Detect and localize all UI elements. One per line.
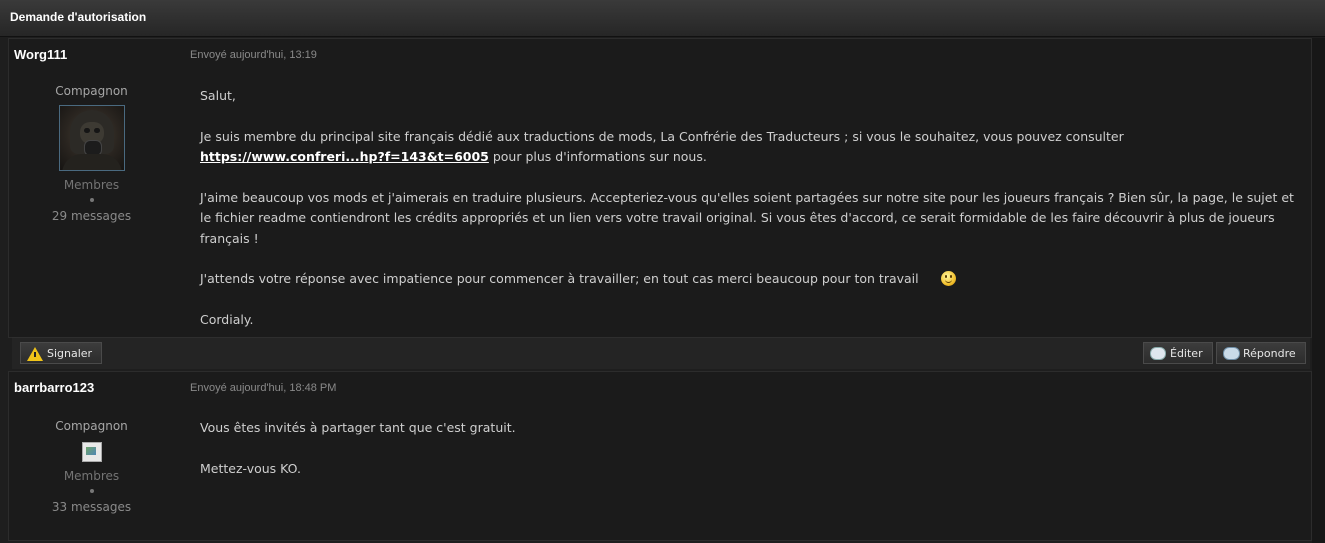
author-rank: Compagnon [55,84,128,98]
scrollbar[interactable] [1312,38,1325,543]
message-count: 33 messages [51,500,132,514]
message-text: Je suis membre du principal site françai… [200,128,1124,144]
sent-date: Envoyé aujourd'hui, 13:19 [190,49,317,61]
message-text: J'attends votre réponse avec impatience … [200,271,919,286]
reply-bubble-icon [1223,346,1240,362]
message-body: Vous êtes invités à partager tant que c'… [200,418,1300,499]
message-text: pour plus d'informations sur nous. [488,149,707,164]
message-paragraph: Salut, [200,88,236,103]
report-label: Signaler [47,347,93,360]
edit-bubble-icon [1150,346,1166,362]
author-group: Membres [63,178,120,192]
message-post: Worg111 Envoyé aujourd'hui, 13:19 Compag… [8,38,1312,338]
reply-label: Répondre [1243,347,1296,360]
edit-button[interactable]: Éditer [1143,342,1213,364]
author-name[interactable]: barrbarro123 [14,380,94,395]
reply-button[interactable]: Répondre [1216,342,1306,364]
edit-label: Éditer [1170,347,1203,360]
avatar[interactable] [81,442,102,462]
message-paragraph: Je suis membre du principal site françai… [200,127,1300,168]
author-group: Membres [63,469,120,483]
wink-smiley-icon [940,271,956,286]
message-paragraph: J'attends votre réponse avec impatience … [200,269,1300,290]
message-window: Demande d'autorisation Worg111 Envoyé au… [0,0,1325,543]
forum-link[interactable]: https://www.confreri...hp?f=143&t=6005 [200,149,489,164]
separator-dot [89,489,94,493]
message-body: Salut, Je suis membre du principal site … [200,86,1300,350]
window-title: Demande d'autorisation [10,10,147,24]
author-info: Compagnon Membres 29 messages [9,83,174,224]
title-bar: Demande d'autorisation [0,0,1325,37]
author-info: Compagnon Membres 33 messages [9,418,174,515]
message-paragraph: Mettez-vous KO. [200,460,301,476]
report-button[interactable]: Signaler [20,342,102,364]
author-rank: Compagnon [55,419,128,433]
avatar[interactable] [58,105,125,171]
sent-date: Envoyé aujourd'hui, 18:48 PM [190,382,337,394]
separator-dot [89,198,94,202]
message-count: 29 messages [51,209,132,223]
message-post: barrbarro123 Envoyé aujourd'hui, 18:48 P… [8,371,1312,541]
message-paragraph: Cordialy. [200,311,254,327]
post-action-bar: Signaler Éditer Répondre [12,337,1310,369]
author-name[interactable]: Worg111 [14,47,67,62]
warning-icon [27,346,43,362]
message-paragraph: Vous êtes invités à partager tant que c'… [200,420,516,435]
message-paragraph: J'aime beaucoup vos mods et j'aimerais e… [200,189,1294,246]
